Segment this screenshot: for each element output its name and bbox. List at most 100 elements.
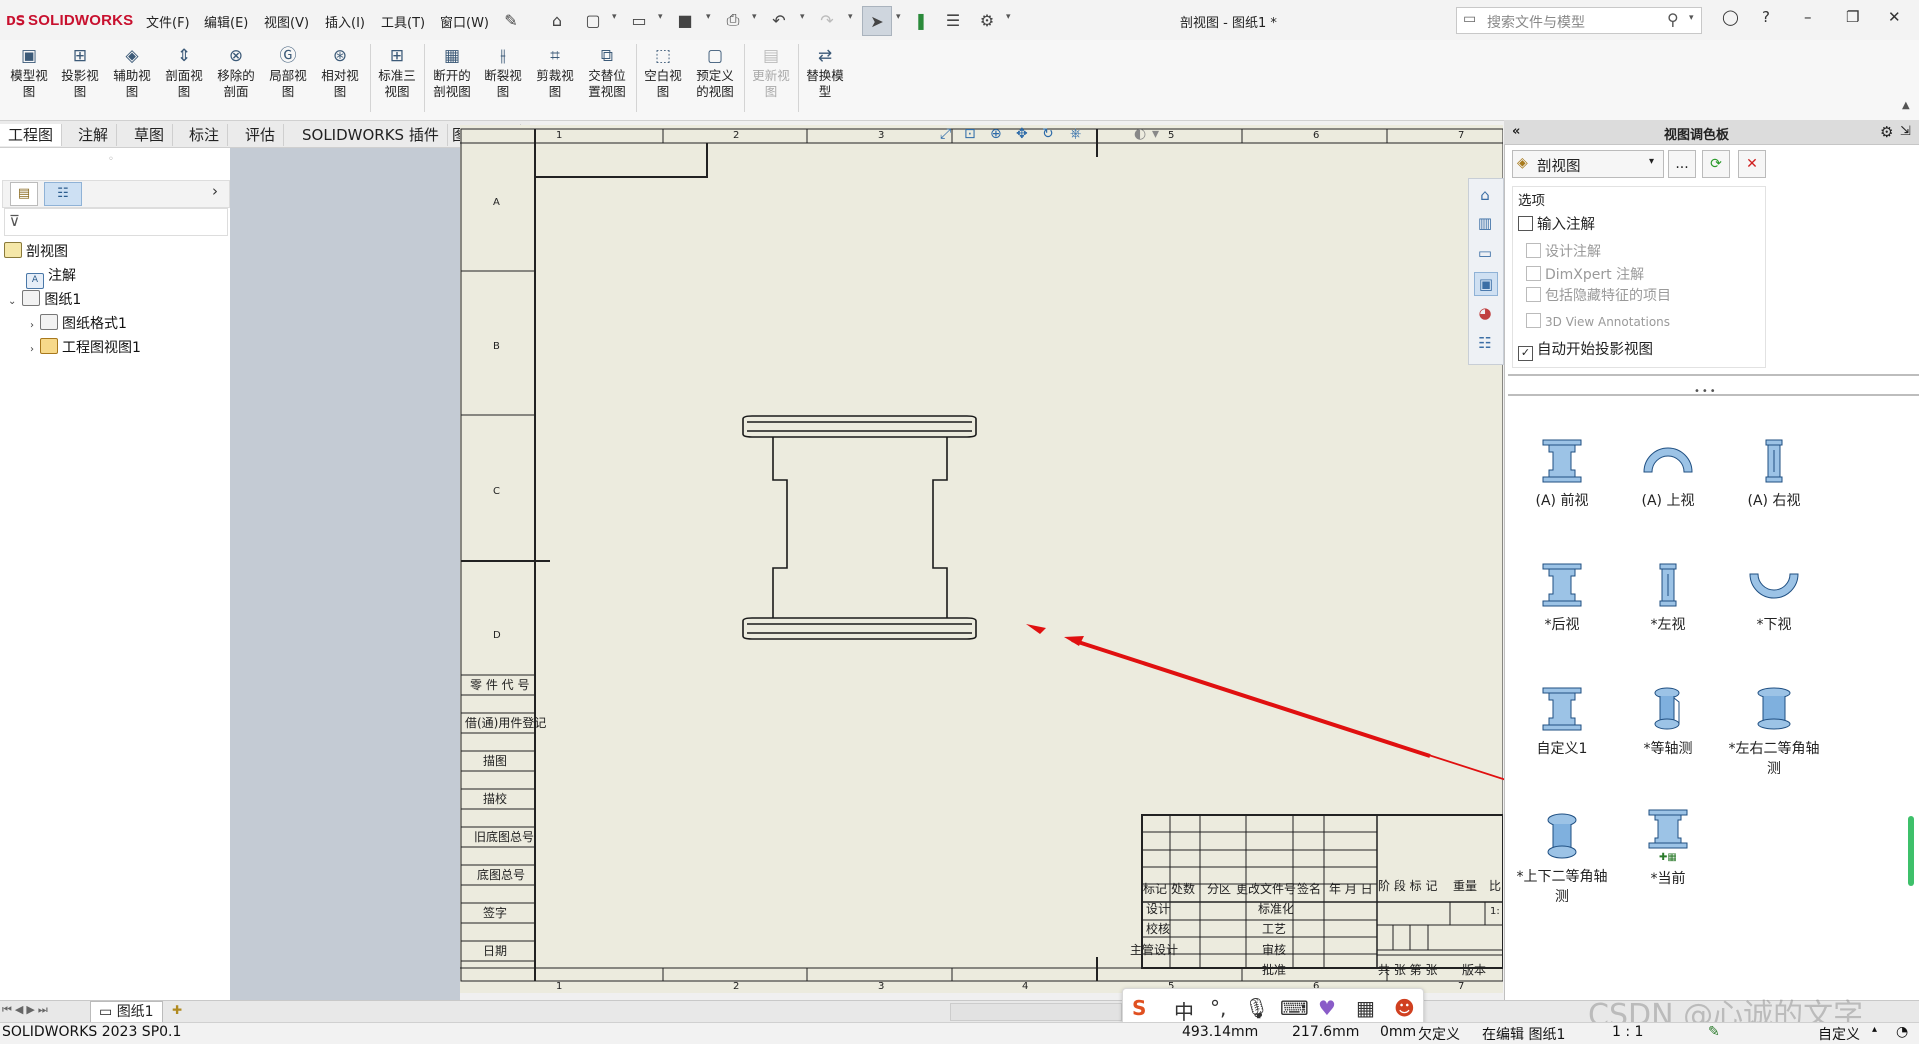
palette-view-current[interactable]: ✚▦ *当前	[1618, 808, 1718, 888]
menu-view[interactable]: 视图(V)	[264, 12, 309, 31]
update-views-button[interactable]: ▤ 更新视图	[746, 45, 796, 100]
panel-expand-chevron-icon[interactable]: ›	[212, 182, 218, 200]
undo-dropdown-icon[interactable]: ▾	[800, 12, 805, 22]
tab-markup[interactable]: 标注	[181, 124, 229, 146]
new-dropdown-icon[interactable]: ▾	[612, 12, 617, 22]
view-palette-icon[interactable]: ▣	[1474, 272, 1498, 296]
hud-dropdown-icon[interactable]: ▾	[1152, 126, 1159, 142]
minimize-icon[interactable]: –	[1804, 8, 1812, 26]
status-units-dropdown-icon[interactable]: ▴	[1872, 1024, 1877, 1035]
palette-clear-icon[interactable]: ✕	[1738, 150, 1766, 178]
option-hidden-features[interactable]: 包括隐藏特征的项目	[1526, 285, 1671, 305]
checkbox-3d-view-annotations[interactable]	[1526, 313, 1541, 328]
checkbox-hidden-features[interactable]	[1526, 287, 1541, 302]
crop-view-button[interactable]: ⌗ 剪裁视图	[530, 45, 580, 100]
alternate-position-view-button[interactable]: ⧉ 交替位 置视图	[582, 45, 632, 100]
sheet-tab[interactable]: ▭ 图纸1	[90, 1001, 163, 1023]
expand-caret-icon[interactable]: ›	[30, 320, 34, 331]
ime-language-toggle[interactable]: 中	[1174, 996, 1194, 1025]
solidworks-logo[interactable]: ᴅꜱ SOLIDWORKS	[6, 10, 133, 30]
model-view-button[interactable]: ▣ 模型视图	[4, 45, 54, 100]
open-dropdown-icon[interactable]: ▾	[658, 12, 663, 22]
detail-view-button[interactable]: Ⓖ 局部视图	[263, 45, 313, 100]
help-icon[interactable]: ?	[1762, 8, 1770, 26]
zoom-to-fit-icon[interactable]: ⤢	[940, 126, 951, 142]
close-icon[interactable]: ✕	[1888, 8, 1901, 26]
drawing-sheet[interactable]	[460, 125, 1503, 993]
checkbox-design-annotations[interactable]	[1526, 243, 1541, 258]
select-dropdown-icon[interactable]: ▾	[896, 12, 901, 22]
pin-icon[interactable]: ✎	[500, 9, 522, 31]
ime-avatar-icon[interactable]: ☻	[1394, 996, 1415, 1020]
feature-manager-tab-icon[interactable]: ▤	[10, 182, 38, 206]
empty-view-button[interactable]: ⬚ 空白视图	[638, 45, 688, 100]
section-view-button[interactable]: ⇕ 剖面视图	[159, 45, 209, 100]
option-design-annotations[interactable]: 设计注解	[1526, 241, 1601, 261]
file-properties-icon[interactable]: ☰	[942, 9, 964, 31]
sheet-nav-arrows-icon[interactable]: ⏮◀▶⏭	[2, 1003, 51, 1017]
palette-view-front[interactable]: (A) 前视	[1512, 436, 1612, 510]
redo-dropdown-icon[interactable]: ▾	[848, 12, 853, 22]
view-orientation-icon[interactable]: ⎈	[1070, 126, 1081, 142]
tab-annotation[interactable]: 注解	[70, 124, 118, 146]
menu-file[interactable]: 文件(F)	[146, 12, 190, 31]
appearances-icon[interactable]: ◕	[1474, 302, 1496, 324]
tree-filter-box[interactable]: ⊽	[4, 208, 228, 236]
panel-grip-icon[interactable]: ◦	[108, 154, 114, 165]
horizontal-scrollbar[interactable]	[950, 1003, 1122, 1021]
palette-pin-icon[interactable]: ⇲	[1900, 124, 1911, 139]
menu-insert[interactable]: 插入(I)	[325, 12, 365, 31]
rebuild-traffic-light-icon[interactable]: ❚	[910, 9, 932, 31]
relative-view-button[interactable]: ⊛ 相对视图	[315, 45, 365, 100]
palette-view-left[interactable]: *左视	[1618, 560, 1718, 634]
option-dimxpert-annotations[interactable]: DimXpert 注解	[1526, 264, 1644, 284]
checkbox-auto-start-projected[interactable]: ✓	[1518, 346, 1533, 361]
auxiliary-view-button[interactable]: ◈ 辅助视图	[107, 45, 157, 100]
status-rebuild-icon[interactable]: ✎	[1708, 1024, 1720, 1040]
zoom-in-out-icon[interactable]: ⊕	[990, 126, 1002, 142]
hide-show-items-icon[interactable]: ◐	[1134, 126, 1146, 142]
option-auto-start-projected[interactable]: ✓ 自动开始投影视图	[1518, 338, 1653, 361]
file-explorer-folder-icon[interactable]: ▭	[1474, 242, 1496, 264]
tree-item-annotations[interactable]: A 注解	[26, 265, 76, 289]
home-icon[interactable]: ⌂	[546, 9, 568, 31]
broken-out-section-button[interactable]: ▦ 断开的 剖视图	[426, 45, 478, 100]
search-icon[interactable]: ⚲	[1667, 10, 1679, 29]
tab-solidworks-addins[interactable]: SOLIDWORKS 插件	[294, 124, 448, 146]
search-input[interactable]: 搜索文件与模型	[1487, 12, 1585, 32]
projected-view-button[interactable]: ⊞ 投影视图	[55, 45, 105, 100]
tab-drawing[interactable]: 工程图	[0, 124, 63, 146]
ribbon-collapse-icon[interactable]: ▲	[1902, 100, 1910, 111]
ime-microphone-icon[interactable]: 🎙	[1244, 996, 1269, 1020]
tab-sketch[interactable]: 草图	[126, 124, 174, 146]
solidworks-resources-home-icon[interactable]: ⌂	[1474, 184, 1496, 206]
menu-tools[interactable]: 工具(T)	[381, 12, 425, 31]
break-view-button[interactable]: ⫲ 断裂视图	[478, 45, 528, 100]
pan-icon[interactable]: ✥	[1016, 126, 1028, 142]
restore-icon[interactable]: ❐	[1846, 8, 1859, 26]
sogou-logo-icon[interactable]: S	[1132, 996, 1146, 1020]
ime-toolbox-icon[interactable]: ▦	[1356, 996, 1375, 1020]
tree-item-sheet-format[interactable]: › 图纸格式1	[30, 313, 127, 333]
option-import-annotations[interactable]: 输入注解	[1518, 213, 1595, 234]
palette-view-bottom[interactable]: *下视	[1724, 560, 1824, 634]
palette-browse-button[interactable]: ...	[1668, 150, 1696, 178]
options-dropdown-icon[interactable]: ▾	[1006, 12, 1011, 22]
palette-settings-gear-icon[interactable]: ⚙	[1880, 123, 1893, 141]
save-dropdown-icon[interactable]: ▾	[706, 12, 711, 22]
tab-evaluate[interactable]: 评估	[237, 124, 285, 146]
search-dropdown-icon[interactable]: ▾	[1689, 13, 1694, 23]
design-library-icon[interactable]: ▥	[1474, 212, 1496, 234]
save-icon[interactable]: ■	[674, 9, 696, 31]
palette-view-dimetric-lr[interactable]: *左右二等角轴测	[1724, 684, 1824, 778]
palette-view-back[interactable]: *后视	[1512, 560, 1612, 634]
options-gear-icon[interactable]: ⚙	[976, 9, 998, 31]
palette-view-top[interactable]: (A) 上视	[1618, 436, 1718, 510]
palette-scroll-indicator[interactable]	[1908, 816, 1914, 886]
search-box[interactable]: ▭ 搜索文件与模型 ⚲ ▾	[1456, 7, 1702, 34]
print-dropdown-icon[interactable]: ▾	[752, 12, 757, 22]
removed-section-button[interactable]: ⊗ 移除的 剖面	[211, 45, 261, 100]
expand-caret-icon[interactable]: ›	[30, 344, 34, 355]
property-manager-tab-icon[interactable]: ☷	[44, 182, 82, 206]
predefined-view-button[interactable]: ▢ 预定义 的视图	[690, 45, 740, 100]
